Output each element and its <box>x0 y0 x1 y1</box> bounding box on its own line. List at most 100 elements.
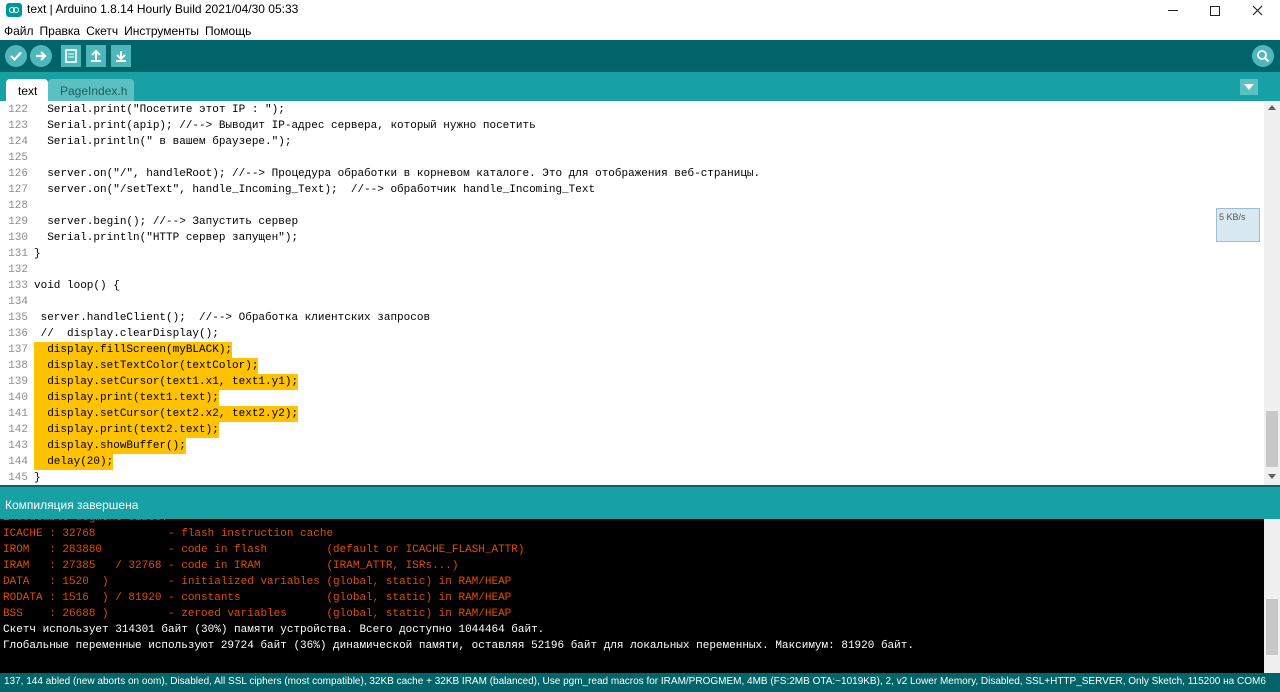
board-info-text: 137, 144 abled (new aborts on oom), Disa… <box>4 676 1266 687</box>
tab-pageindex[interactable]: PageIndex.h <box>48 79 134 101</box>
status-message: Компиляция завершена <box>5 498 139 512</box>
code-text: display.print(text2.text); <box>34 422 219 438</box>
verify-icon <box>10 51 22 62</box>
code-line[interactable]: 123 Serial.print(apip); //--> Выводит IP… <box>0 118 1264 134</box>
tab-menu-button[interactable] <box>1240 79 1258 95</box>
open-icon <box>91 49 101 62</box>
code-text: Serial.print(apip); //--> Выводит IP-адр… <box>34 120 536 132</box>
code-line[interactable]: 124 Serial.println(" в вашем браузере.")… <box>0 134 1264 150</box>
serial-monitor-icon <box>1257 50 1270 63</box>
code-text: delay(20); <box>34 454 114 470</box>
serial-monitor-button[interactable] <box>1252 45 1274 67</box>
line-number: 143 <box>8 440 28 452</box>
line-number: 144 <box>8 456 28 468</box>
tab-bar: text PageIndex.h <box>0 72 1280 101</box>
code-text: display.showBuffer(); <box>34 438 186 454</box>
close-icon <box>1252 5 1262 16</box>
line-number: 138 <box>8 360 28 372</box>
code-line[interactable]: 142 display.print(text2.text); <box>0 422 1264 438</box>
code-line[interactable]: 127 server.on("/setText", handle_Incomin… <box>0 182 1264 198</box>
line-number: 132 <box>8 264 28 276</box>
save-button[interactable] <box>111 45 131 67</box>
code-line[interactable]: 129 server.begin(); //--> Запустить серв… <box>0 214 1264 230</box>
menu-tools[interactable]: Инструменты <box>124 24 199 38</box>
network-speed-label: 5 KB/s <box>1219 212 1246 222</box>
scroll-down-icon <box>1268 474 1276 479</box>
line-number: 139 <box>8 376 28 388</box>
maximize-button[interactable] <box>1192 0 1238 21</box>
new-button[interactable] <box>61 45 81 67</box>
verify-button[interactable] <box>5 45 27 67</box>
code-line[interactable]: 140 display.print(text1.text); <box>0 390 1264 406</box>
code-text: } <box>34 472 41 484</box>
code-text: Serial.println(" в вашем браузере."); <box>34 136 292 148</box>
code-line[interactable]: 143 display.showBuffer(); <box>0 438 1264 454</box>
save-icon <box>116 51 126 62</box>
console-line: ICACHE : 32768 - flash instruction cache <box>3 528 334 540</box>
code-line[interactable]: 144 delay(20); <box>0 454 1264 470</box>
line-number: 145 <box>8 472 28 484</box>
console-scroll-thumb[interactable] <box>1266 599 1278 655</box>
arduino-logo-icon <box>6 3 22 17</box>
menu-file[interactable]: Файл <box>4 24 34 38</box>
menu-help[interactable]: Помощь <box>205 24 251 38</box>
console-line: IROM : 283880 - code in flash (default o… <box>3 544 525 556</box>
upload-icon <box>36 51 47 61</box>
code-text: display.print(text1.text); <box>34 390 219 406</box>
code-line[interactable]: 137 display.fillScreen(myBLACK); <box>0 342 1264 358</box>
console-scrollbar[interactable] <box>1264 519 1280 673</box>
code-text: server.begin(); //--> Запустить сервер <box>34 216 299 228</box>
title-bar: text | Arduino 1.8.14 Hourly Build 2021/… <box>0 0 1280 21</box>
code-text: Serial.print("Посетите этот IP : "); <box>34 104 285 116</box>
line-number: 127 <box>8 184 28 196</box>
code-text: display.fillScreen(myBLACK); <box>34 342 233 358</box>
menu-sketch[interactable]: Скетч <box>86 24 118 38</box>
close-button[interactable] <box>1234 0 1280 21</box>
code-line[interactable]: 122 Serial.print("Посетите этот IP : "); <box>0 102 1264 118</box>
code-line[interactable]: 128 <box>0 198 1264 214</box>
minimize-button[interactable] <box>1150 0 1196 21</box>
code-line[interactable]: 141 display.setCursor(text2.x2, text2.y2… <box>0 406 1264 422</box>
toolbar <box>0 40 1280 72</box>
line-number: 126 <box>8 168 28 180</box>
code-line[interactable]: 145} <box>0 470 1264 485</box>
line-number: 122 <box>8 104 28 116</box>
scroll-up-icon <box>1268 105 1276 110</box>
line-number: 123 <box>8 120 28 132</box>
board-info-bar: 137, 144 abled (new aborts on oom), Disa… <box>0 673 1280 692</box>
editor-scrollbar[interactable] <box>1264 101 1280 485</box>
menu-edit[interactable]: Правка <box>40 24 81 38</box>
line-number: 129 <box>8 216 28 228</box>
code-line[interactable]: 126 server.on("/", handleRoot); //--> Пр… <box>0 166 1264 182</box>
open-button[interactable] <box>86 45 106 67</box>
code-line[interactable]: 130 Serial.println("HTTP сервер запущен"… <box>0 230 1264 246</box>
code-line[interactable]: 136 // display.clearDisplay(); <box>0 326 1264 342</box>
console-line: RODATA : 1516 ) / 81920 - constants (glo… <box>3 592 512 604</box>
line-number: 137 <box>8 344 28 356</box>
code-text: // display.clearDisplay(); <box>34 328 219 340</box>
code-line[interactable]: 133 void loop() { <box>0 278 1264 294</box>
code-line[interactable]: 138 display.setTextColor(textColor); <box>0 358 1264 374</box>
console-line: Скетч использует 314301 байт (30%) памят… <box>3 624 545 636</box>
line-number: 141 <box>8 408 28 420</box>
code-line[interactable]: 134 <box>0 294 1264 310</box>
code-line[interactable]: 135 server.handleClient(); //--> Обработ… <box>0 310 1264 326</box>
menu-bar: Файл Правка Скетч Инструменты Помощь <box>0 21 1280 40</box>
console-output[interactable]: Executable segment sizes: ICACHE : 32768 … <box>0 519 1264 673</box>
code-text: server.on("/", handleRoot); //--> Процед… <box>34 168 761 180</box>
console-line: Глобальные переменные используют 29724 б… <box>3 640 914 652</box>
scroll-thumb[interactable] <box>1266 411 1278 467</box>
console-line: BSS : 26688 ) - zeroed variables (global… <box>3 608 512 620</box>
code-line[interactable]: 131} <box>0 246 1264 262</box>
code-line[interactable]: 125 <box>0 150 1264 166</box>
code-editor[interactable]: 122 Serial.print("Посетите этот IP : ");… <box>0 101 1264 485</box>
tab-text[interactable]: text <box>6 79 48 101</box>
line-number: 142 <box>8 424 28 436</box>
line-number: 140 <box>8 392 28 404</box>
minimize-icon <box>1168 10 1178 11</box>
chevron-down-icon <box>1244 84 1254 90</box>
upload-button[interactable] <box>30 45 52 67</box>
code-line[interactable]: 139 display.setCursor(text1.x1, text1.y1… <box>0 374 1264 390</box>
code-line[interactable]: 132 <box>0 262 1264 278</box>
line-number: 124 <box>8 136 28 148</box>
